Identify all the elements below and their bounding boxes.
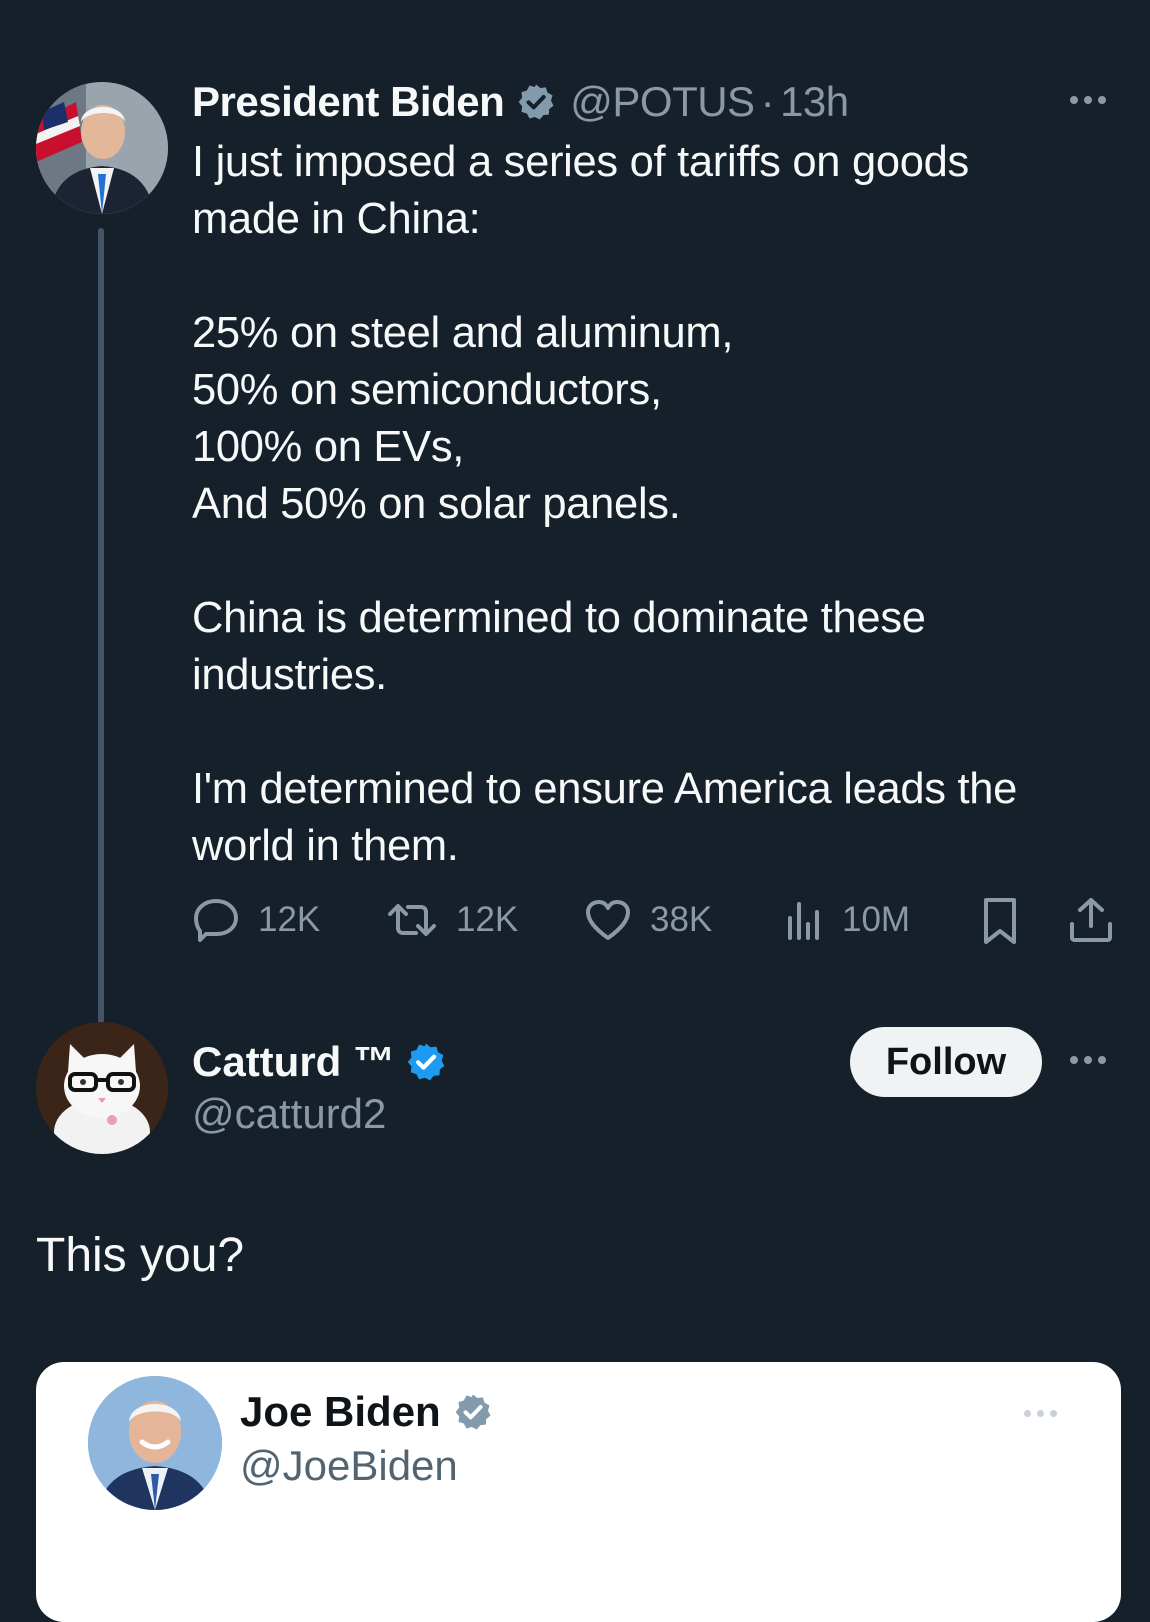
reply-text: This you? — [36, 1229, 245, 1282]
like-count: 38K — [650, 900, 713, 939]
reply-count: 12K — [258, 900, 321, 939]
time-separator: · — [760, 78, 775, 125]
views-count: 10M — [842, 900, 911, 939]
share-icon[interactable] — [1068, 896, 1114, 944]
reply-icon — [194, 899, 238, 942]
tweet-time[interactable]: 13h — [780, 78, 849, 126]
tweet-text: I just imposed a series of tariffs on go… — [192, 138, 1018, 870]
gray-verified-badge-icon[interactable] — [453, 1392, 493, 1432]
views-chart-icon — [788, 902, 819, 940]
views-button[interactable]: 10M — [784, 896, 910, 944]
joe-biden-avatar[interactable] — [88, 1376, 222, 1510]
quoted-more-options-icon[interactable] — [1024, 1410, 1057, 1417]
repost-icon — [388, 904, 436, 936]
repost-count: 12K — [456, 900, 519, 939]
reply-more-options-icon[interactable] — [1070, 1056, 1106, 1064]
thread-line — [98, 228, 104, 1024]
catturd-avatar[interactable] — [36, 1022, 168, 1154]
reply-author-handle[interactable]: @catturd2 — [192, 1090, 386, 1138]
reply-author-name-row: Catturd ™ — [192, 1036, 447, 1088]
author-name[interactable]: President Biden — [192, 78, 505, 126]
reply-author-name[interactable]: Catturd ™ — [192, 1038, 395, 1086]
follow-button[interactable]: Follow — [850, 1027, 1042, 1097]
reply-button[interactable]: 12K — [192, 896, 320, 944]
author-handle[interactable]: @POTUS — [570, 78, 755, 126]
main-tweet-header: President Biden @POTUS · 13h — [192, 76, 849, 128]
gray-verified-badge-icon[interactable] — [516, 82, 556, 122]
repost-button[interactable]: 12K — [386, 896, 518, 944]
potus-avatar[interactable] — [36, 82, 168, 214]
blue-verified-badge-icon[interactable] — [405, 1041, 447, 1083]
bookmark-icon[interactable] — [980, 896, 1020, 946]
quoted-author-handle[interactable]: @JoeBiden — [240, 1442, 458, 1490]
quoted-author-name-row: Joe Biden — [240, 1386, 493, 1438]
more-options-icon[interactable] — [1070, 96, 1106, 104]
like-button[interactable]: 38K — [584, 896, 712, 944]
heart-icon — [586, 900, 630, 940]
quoted-author-name[interactable]: Joe Biden — [240, 1388, 441, 1436]
